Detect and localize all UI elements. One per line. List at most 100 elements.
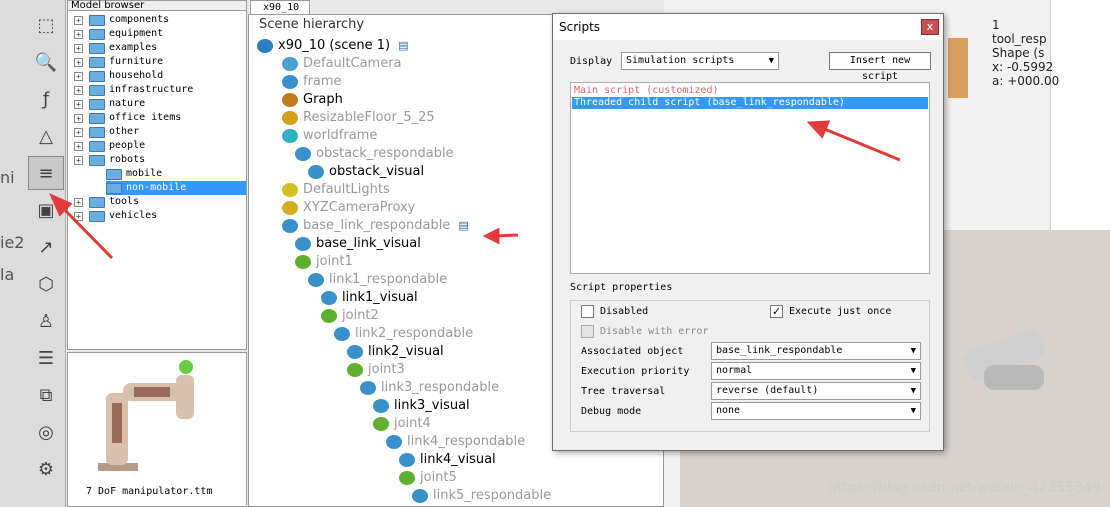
robot-button[interactable]: ♙ <box>28 304 64 338</box>
scene-object-item[interactable]: link1_respondable <box>308 271 447 289</box>
scene-object-item[interactable]: link3_visual <box>373 397 470 415</box>
zoom-button[interactable]: 🔍 <box>28 45 64 79</box>
function-button[interactable]: ƒ <box>28 82 64 116</box>
film-button[interactable]: ◎ <box>28 415 64 449</box>
object-select-button[interactable]: ▣ <box>28 193 64 227</box>
scene-object-item[interactable]: ResizableFloor_5_25 <box>282 109 435 127</box>
model-folder-item[interactable]: + household <box>74 69 163 83</box>
script-properties-label: Script properties <box>570 282 673 293</box>
expand-icon[interactable]: + <box>74 99 83 109</box>
tree-traversal-select[interactable]: reverse (default) ▼ <box>711 382 921 400</box>
layers-button[interactable]: ⧉ <box>28 378 64 412</box>
model-folder-item[interactable]: + examples <box>74 41 157 55</box>
expand-icon[interactable]: + <box>74 85 83 95</box>
model-folder-item[interactable]: + equipment <box>74 27 163 41</box>
shape-icon <box>412 489 428 503</box>
function-icon: ƒ <box>42 88 50 110</box>
scene-object-label: joint3 <box>368 362 405 377</box>
expand-icon[interactable]: + <box>74 43 83 53</box>
expand-icon[interactable]: + <box>74 57 83 67</box>
scene-object-item[interactable]: base_link_respondable ▤ <box>282 217 469 235</box>
model-folder-item[interactable]: non-mobile <box>106 181 246 195</box>
folder-label: equipment <box>109 28 164 39</box>
settings-user-button[interactable]: ⚙ <box>28 452 64 486</box>
script-icon[interactable]: ▤ <box>398 37 408 55</box>
expand-icon[interactable]: + <box>74 155 83 165</box>
display-select[interactable]: Simulation scripts ▼ <box>621 52 779 70</box>
scene-object-item[interactable]: link5_respondable <box>412 487 551 505</box>
list-button[interactable]: ☰ <box>28 341 64 375</box>
scene-object-item[interactable]: obstack_respondable <box>295 145 454 163</box>
chevron-down-icon: ▼ <box>910 386 916 396</box>
scene-object-item[interactable]: link3_respondable <box>360 379 499 397</box>
close-button[interactable]: x <box>921 19 939 35</box>
scene-object-item[interactable]: base_link_visual <box>295 235 421 253</box>
scene-object-item[interactable]: x90_10 (scene 1) ▤ <box>257 37 409 55</box>
scene-object-label: link4_visual <box>420 452 496 467</box>
scene-hierarchy-title: Scene hierarchy <box>259 17 365 32</box>
scene-object-item[interactable]: joint5 <box>399 469 457 487</box>
model-folder-item[interactable]: + robots <box>74 153 145 167</box>
scene-object-item[interactable]: DefaultCamera <box>282 55 402 73</box>
expand-icon[interactable]: + <box>74 197 83 207</box>
scene-object-item[interactable]: DefaultLights <box>282 181 390 199</box>
scene-object-item[interactable]: joint2 <box>321 307 379 325</box>
scene-object-item[interactable]: link2_visual <box>347 343 444 361</box>
scene-object-item[interactable]: joint4 <box>373 415 431 433</box>
model-folder-item[interactable]: + tools <box>74 195 139 209</box>
model-folder-item[interactable]: + people <box>74 139 145 153</box>
scene-object-item[interactable]: joint3 <box>347 361 405 379</box>
scene-object-item[interactable]: XYZCameraProxy <box>282 199 415 217</box>
execution-priority-select[interactable]: normal ▼ <box>711 362 921 380</box>
scene-object-item[interactable]: link2_respondable <box>334 325 473 343</box>
scene-object-item[interactable]: Graph <box>282 91 343 109</box>
script-list[interactable]: Main script (customized) Threaded child s… <box>570 82 930 274</box>
scripts-dialog: Scripts x Display Simulation scripts ▼ In… <box>552 13 944 451</box>
script-list-item[interactable]: Main script (customized) <box>572 85 928 97</box>
scene-object-item[interactable]: joint1 <box>295 253 353 271</box>
execute-once-checkbox[interactable]: ✓ <box>770 305 783 318</box>
model-folder-item[interactable]: mobile <box>106 167 162 181</box>
script-list-item[interactable]: Threaded child script (base_link_respond… <box>572 97 928 109</box>
model-folder-item[interactable]: + furniture <box>74 55 163 69</box>
model-folder-item[interactable]: + office items <box>74 111 181 125</box>
expand-icon[interactable]: + <box>74 211 83 221</box>
insert-script-button[interactable]: Insert new script <box>829 52 931 82</box>
material-button[interactable]: ⬡ <box>28 267 64 301</box>
model-folder-item[interactable]: + components <box>74 13 169 27</box>
associated-object-select[interactable]: base_link_respondable ▼ <box>711 342 921 360</box>
scene-object-item[interactable]: worldframe <box>282 127 377 145</box>
path-button[interactable]: ↗ <box>28 230 64 264</box>
expand-icon[interactable]: + <box>74 127 83 137</box>
dialog-title: Scripts <box>553 14 943 40</box>
scene-object-item[interactable]: frame <box>282 73 342 91</box>
debug-mode-select[interactable]: none ▼ <box>711 402 921 420</box>
model-folder-item[interactable]: + other <box>74 125 139 139</box>
script-icon[interactable]: ▤ <box>458 217 468 235</box>
expand-icon[interactable]: + <box>74 15 83 25</box>
scene-object-item[interactable]: link1_visual <box>321 289 418 307</box>
expand-icon[interactable]: + <box>74 141 83 151</box>
expand-icon[interactable]: + <box>74 71 83 81</box>
scene-object-label: DefaultLights <box>303 182 390 197</box>
tab-scene[interactable]: x90_10 <box>250 0 310 14</box>
expand-icon[interactable]: + <box>74 29 83 39</box>
scene-object-item[interactable]: link4_visual <box>399 451 496 469</box>
model-folder-item[interactable]: + nature <box>74 97 145 111</box>
expand-icon[interactable]: + <box>74 113 83 123</box>
script-button[interactable]: ≡ <box>28 156 64 190</box>
scene-object-label: link3_respondable <box>381 380 500 395</box>
disabled-checkbox[interactable] <box>581 305 594 318</box>
model-folder-item[interactable]: + vehicles <box>74 209 157 223</box>
scene-object-label: link2_respondable <box>355 326 474 341</box>
scene-object-item[interactable]: obstack_visual <box>308 163 424 181</box>
model-thumbnail[interactable]: 7 DoF manipulator.ttm <box>67 352 247 507</box>
scene-object-label: link5_respondable <box>433 488 552 503</box>
folder-icon <box>106 182 122 194</box>
shape-button[interactable]: △ <box>28 119 64 153</box>
model-folder-item[interactable]: + infrastructure <box>74 83 193 97</box>
object-shift-button[interactable]: ⬚ <box>28 8 64 42</box>
scene-object-label: base_link_respondable <box>303 218 451 233</box>
scene-object-label: worldframe <box>303 128 378 143</box>
scene-object-item[interactable]: link4_respondable <box>386 433 525 451</box>
